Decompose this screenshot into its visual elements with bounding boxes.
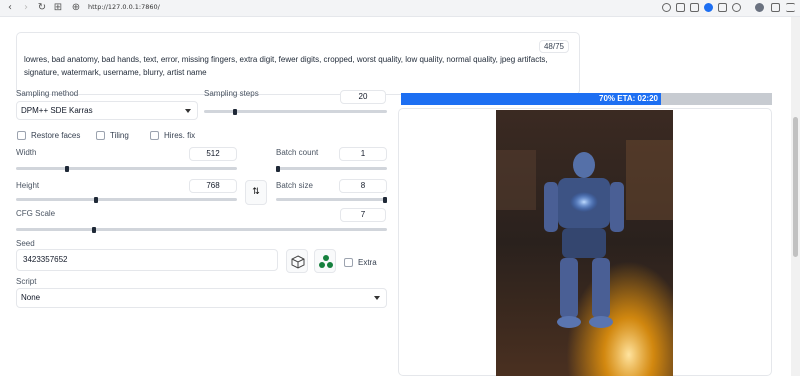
height-slider[interactable] xyxy=(16,196,237,203)
batch-count-label: Batch count xyxy=(276,148,319,157)
height-input[interactable]: 768 xyxy=(189,179,237,193)
cfg-scale-slider[interactable] xyxy=(16,226,387,233)
negative-prompt-input[interactable]: 48/75 lowres, bad anatomy, bad hands, te… xyxy=(16,32,580,95)
slider-handle[interactable] xyxy=(383,196,387,203)
slider-handle[interactable] xyxy=(233,108,238,115)
sampling-steps-input[interactable]: 20 xyxy=(340,90,386,104)
restore-faces-checkbox[interactable] xyxy=(17,131,26,140)
recycle-icon xyxy=(319,255,333,268)
scrollbar-thumb[interactable] xyxy=(793,117,798,257)
slider-handle[interactable] xyxy=(276,165,280,172)
cfg-scale-label: CFG Scale xyxy=(16,209,56,218)
reuse-seed-button[interactable] xyxy=(314,249,336,273)
generated-image[interactable] xyxy=(496,110,673,376)
seed-input[interactable]: 3423357652 xyxy=(16,249,278,271)
script-label: Script xyxy=(16,277,37,286)
extra-seed-label: Extra xyxy=(358,258,377,267)
script-select[interactable]: None xyxy=(16,288,387,308)
browser-toolbar: ‹ › ↻ ⊞ ⊕ http://127.0.0.1:7860/ xyxy=(0,0,800,17)
chevron-down-icon xyxy=(185,109,191,113)
extra-seed-checkbox[interactable] xyxy=(344,258,353,267)
sampling-method-label: Sampling method xyxy=(16,89,79,98)
menu-icon[interactable] xyxy=(786,3,795,12)
send-icon[interactable] xyxy=(718,3,727,12)
tiling-label: Tiling xyxy=(110,131,129,140)
token-counter: 48/75 xyxy=(538,40,569,53)
site-info-icon[interactable]: ⊕ xyxy=(70,2,82,14)
shield-icon[interactable] xyxy=(704,3,713,12)
page-scrollbar[interactable] xyxy=(791,17,800,376)
sampling-steps-label: Sampling steps xyxy=(204,89,259,98)
batch-size-label: Batch size xyxy=(276,181,313,190)
height-label: Height xyxy=(16,181,40,190)
slider-handle[interactable] xyxy=(64,165,69,172)
hires-fix-label: Hires. fix xyxy=(164,131,196,140)
slider-handle[interactable] xyxy=(91,226,96,233)
script-value: None xyxy=(21,293,41,302)
width-input[interactable]: 512 xyxy=(189,147,237,161)
profile-icon[interactable] xyxy=(755,3,764,12)
batch-count-slider[interactable] xyxy=(276,165,387,172)
width-label: Width xyxy=(16,148,37,157)
dice-icon xyxy=(291,255,305,269)
heart-icon[interactable] xyxy=(732,3,741,12)
webui-page: 48/75 lowres, bad anatomy, bad hands, te… xyxy=(0,17,800,376)
sampling-method-select[interactable]: DPM++ SDE Karras xyxy=(16,101,198,120)
forward-icon[interactable]: › xyxy=(20,2,32,14)
sampling-steps-slider[interactable] xyxy=(204,108,387,115)
tiling-checkbox[interactable] xyxy=(96,131,105,140)
hires-fix-checkbox[interactable] xyxy=(150,131,159,140)
search-icon[interactable] xyxy=(662,3,671,12)
sampling-method-value: DPM++ SDE Karras xyxy=(21,106,93,115)
negative-prompt-text: lowres, bad anatomy, bad hands, text, er… xyxy=(24,55,548,77)
swap-dimensions-button[interactable]: ⇅ xyxy=(245,180,267,205)
cfg-scale-input[interactable]: 7 xyxy=(340,208,386,222)
width-slider[interactable] xyxy=(16,165,237,172)
apps-icon[interactable]: ⊞ xyxy=(52,2,64,14)
share-icon[interactable] xyxy=(676,3,685,12)
generated-image-art xyxy=(496,110,673,376)
restore-faces-label: Restore faces xyxy=(31,131,81,140)
batch-size-slider[interactable] xyxy=(276,196,387,203)
reload-icon[interactable]: ↻ xyxy=(36,2,48,14)
seed-label: Seed xyxy=(16,239,35,248)
download-icon[interactable] xyxy=(771,3,780,12)
random-seed-button[interactable] xyxy=(286,249,308,273)
address-bar[interactable]: http://127.0.0.1:7860/ xyxy=(88,3,160,11)
generation-progress-bar: 70% ETA: 02:20 xyxy=(401,93,772,105)
batch-size-input[interactable]: 8 xyxy=(339,179,387,193)
back-icon[interactable]: ‹ xyxy=(4,2,16,14)
chevron-down-icon xyxy=(374,296,380,300)
progress-text: 70% ETA: 02:20 xyxy=(599,94,658,103)
camera-icon[interactable] xyxy=(690,3,699,12)
batch-count-input[interactable]: 1 xyxy=(339,147,387,161)
slider-handle[interactable] xyxy=(93,196,98,203)
